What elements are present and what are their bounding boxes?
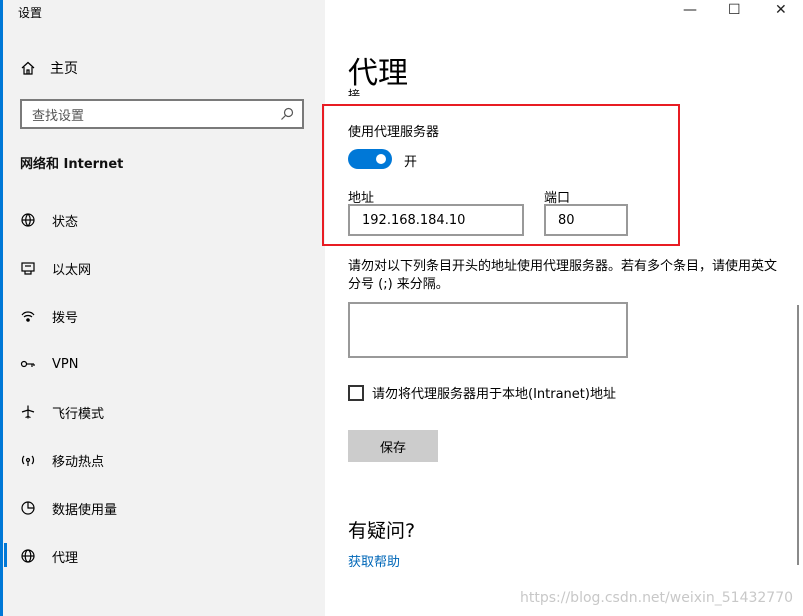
sidebar-item-label: 拨号 [52, 310, 79, 326]
search-input[interactable]: 查找设置 [20, 99, 304, 129]
save-button[interactable]: 保存 [348, 430, 438, 462]
search-placeholder: 查找设置 [32, 108, 85, 124]
close-button[interactable]: ✕ [775, 2, 787, 18]
question-title: 有疑问? [348, 520, 416, 542]
active-indicator [4, 543, 7, 567]
sidebar-item-hotspot[interactable]: 移动热点 [20, 450, 104, 470]
airplane-icon [21, 405, 35, 419]
local-bypass-row[interactable]: 请勿将代理服务器用于本地(Intranet)地址 [348, 383, 616, 402]
data-usage-icon [21, 501, 35, 515]
sidebar-item-data-usage[interactable]: 数据使用量 [20, 498, 117, 518]
status-icon [21, 213, 35, 227]
sidebar-item-vpn[interactable]: VPN [20, 354, 78, 374]
toggle-state-label: 开 [404, 155, 418, 170]
sidebar-item-label: VPN [52, 356, 79, 372]
cut-off-text: 接 [348, 88, 361, 96]
scrollbar[interactable] [797, 305, 799, 565]
exception-textarea[interactable] [348, 302, 628, 358]
sidebar-item-label: 状态 [52, 214, 79, 230]
exception-description: 请勿对以下列条目开头的地址使用代理服务器。若有多个条目，请使用英文分号 (;) … [348, 259, 778, 292]
left-accent-strip [0, 0, 3, 616]
sidebar-item-dialup[interactable]: 拨号 [20, 306, 78, 326]
section-title: 网络和 Internet [20, 157, 124, 172]
local-bypass-label: 请勿将代理服务器用于本地(Intranet)地址 [372, 387, 616, 402]
minimize-button[interactable]: — [683, 2, 697, 18]
sidebar-item-airplane[interactable]: 飞行模式 [20, 402, 104, 422]
maximize-button[interactable]: ☐ [728, 2, 741, 18]
vpn-icon [20, 360, 35, 368]
address-field[interactable]: 192.168.184.10 [348, 204, 524, 236]
get-help-link[interactable]: 获取帮助 [348, 551, 400, 570]
local-bypass-checkbox[interactable] [348, 384, 364, 401]
dialup-icon [21, 311, 35, 322]
use-proxy-toggle[interactable] [348, 149, 392, 169]
sidebar-item-label: 飞行模式 [52, 406, 105, 422]
port-field[interactable]: 80 [544, 204, 628, 236]
watermark: https://blog.csdn.net/weixin_51432770 [520, 590, 794, 606]
sidebar-item-label: 数据使用量 [52, 502, 118, 518]
ethernet-icon [21, 262, 35, 275]
toggle-knob [376, 154, 386, 164]
sidebar-item-ethernet[interactable]: 以太网 [20, 258, 91, 278]
home-label: 主页 [50, 61, 78, 77]
proxy-globe-icon [21, 549, 35, 563]
use-proxy-label: 使用代理服务器 [348, 125, 440, 140]
sidebar-item-proxy[interactable]: 代理 [20, 546, 78, 566]
sidebar-item-label: 移动热点 [52, 454, 105, 470]
hotspot-icon [21, 455, 35, 466]
home-nav-item[interactable]: 主页 [20, 58, 78, 78]
sidebar-item-status[interactable]: 状态 [20, 210, 78, 230]
sidebar-item-label: 以太网 [52, 262, 92, 278]
home-icon [21, 61, 35, 75]
search-icon [281, 107, 294, 120]
sidebar-item-label: 代理 [52, 550, 79, 566]
window-title: 设置 [18, 6, 43, 20]
sidebar: 设置 主页 查找设置 网络和 Internet 状态 以太网 拨号 VPN 飞行… [0, 0, 325, 616]
